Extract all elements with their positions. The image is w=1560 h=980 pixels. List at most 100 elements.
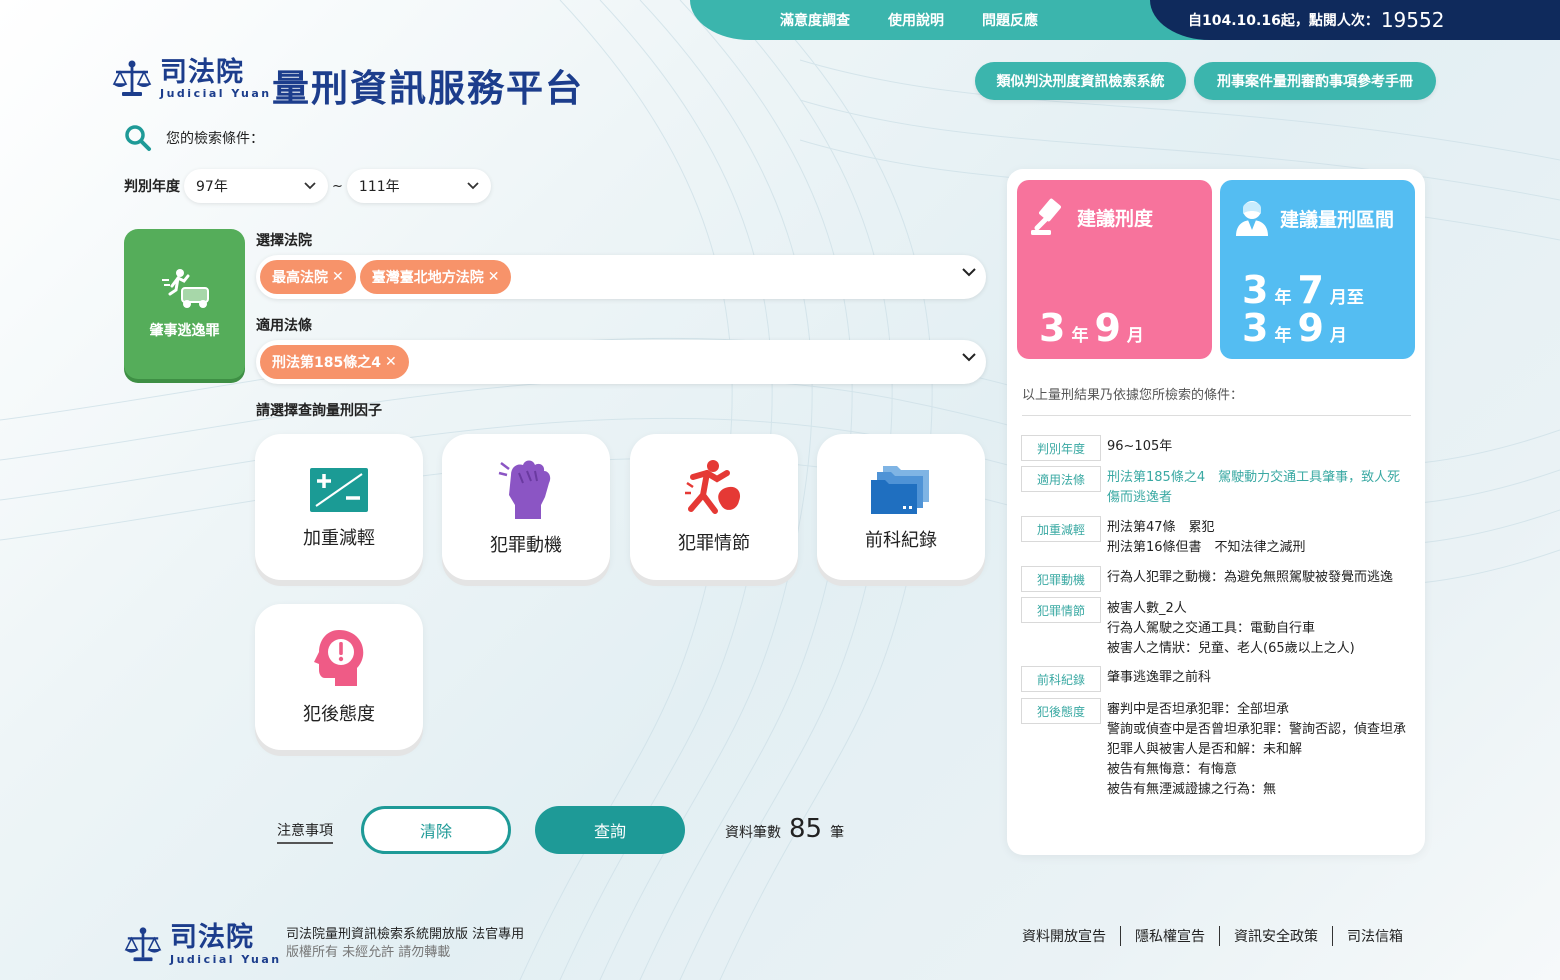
crime-type-card[interactable]: 肇事逃逸罪 (124, 229, 245, 379)
factor-label: 犯罪動機 (490, 535, 562, 556)
remove-tag-icon[interactable]: ✕ (385, 354, 397, 370)
sentencing-manual-button[interactable]: 刑事案件量刑審酌事項參考手冊 (1194, 62, 1436, 100)
criteria-value: 行為人犯罪之動機：為避免無照駕駛被發覺而逃逸 (1107, 566, 1407, 592)
chevron-down-icon (467, 182, 479, 190)
court-tag: 臺灣臺北地方法院 ✕ (359, 260, 512, 294)
footer-brand-zh: 司法院 (170, 922, 254, 953)
sentence-range-title: 建議量刑區間 (1280, 208, 1395, 231)
criteria-line: 被害人之情狀：兒童、老人(65歲以上之人) (1107, 641, 1355, 656)
criteria-value: 刑法第47條 累犯 刑法第16條但書 不知法律之減刑 (1107, 516, 1407, 558)
crime-type-label: 肇事逃逸罪 (149, 323, 220, 339)
plus-minus-icon (310, 468, 368, 512)
factor-label: 前科紀錄 (865, 530, 937, 551)
court-tag-label: 最高法院 (272, 270, 328, 286)
year-from-select[interactable]: 97年 (184, 169, 328, 203)
year-label: 判別年度 (124, 179, 180, 195)
assault-icon (685, 460, 741, 514)
records-label: 資料筆數 (725, 825, 781, 841)
criteria-line: 被告有無湮滅證據之行為：無 (1107, 782, 1277, 797)
top-link-survey[interactable]: 滿意度調查 (780, 10, 850, 30)
result-panel: 建議刑度 3 年 9 月 建議量刑區間 3 年 7 月至 3 年 9 月 以上量… (1007, 169, 1425, 855)
visit-counter: 自104.10.16起，點閱人次： 19552 (1188, 0, 1444, 40)
records-count: 資料筆數 85 筆 (725, 814, 844, 844)
criteria-line: 警詢或偵查中是否曾坦承犯罪：警詢否認，偵查坦承 (1107, 722, 1407, 737)
chevron-down-icon (304, 182, 316, 190)
criteria-key: 犯罪情節 (1021, 597, 1101, 623)
criteria-key: 加重減輕 (1021, 516, 1101, 542)
factor-card-motive[interactable]: 犯罪動機 (442, 434, 610, 580)
footer-link-security[interactable]: 資訊安全政策 (1220, 926, 1332, 946)
factor-card-circumstances[interactable]: 犯罪情節 (630, 434, 798, 580)
criteria-value: 96~105年 (1107, 435, 1407, 461)
suggested-sentence-card: 建議刑度 3 年 9 月 (1017, 180, 1212, 359)
criteria-line: 刑法第16條但書 不知法律之減刑 (1107, 540, 1306, 555)
year-to-select[interactable]: 111年 (346, 169, 491, 203)
factor-card-attitude[interactable]: 犯後態度 (255, 604, 423, 750)
year-to-value: 111年 (358, 179, 400, 195)
criteria-value: 審判中是否坦承犯罪：全部坦承 警詢或偵查中是否曾坦承犯罪：警詢否認，偵查坦承 犯… (1107, 698, 1407, 800)
hit-and-run-icon (161, 269, 209, 308)
footer-link-privacy[interactable]: 隱私權宣告 (1121, 926, 1219, 946)
scales-of-justice-icon (124, 927, 162, 962)
suggested-years: 3 (1039, 306, 1066, 350)
site-title: 量刑資訊服務平台 (272, 67, 584, 110)
factors-label: 請選擇查詢量刑因子 (256, 403, 382, 419)
search-icon (125, 125, 151, 151)
head-alert-icon (314, 630, 364, 686)
footer-text: 司法院量刑資訊檢索系統開放版 法官專用 版權所有 未經允許 請勿轉載 (286, 926, 524, 962)
clear-button[interactable]: 清除 (361, 806, 511, 854)
top-links: 滿意度調查 使用說明 問題反應 (780, 0, 1038, 40)
remove-tag-icon[interactable]: ✕ (488, 269, 500, 285)
criteria-line: 刑法第47條 累犯 (1107, 520, 1215, 535)
unit-month: 月 (1329, 326, 1347, 346)
court-multiselect[interactable]: 最高法院 ✕ 臺灣臺北地方法院 ✕ (256, 255, 986, 299)
unit-year: 年 (1071, 326, 1089, 346)
factor-card-criminal-record[interactable]: 前科紀錄 (817, 434, 985, 580)
factor-label: 犯後態度 (303, 704, 375, 725)
criteria-line: 審判中是否坦承犯罪：全部坦承 (1107, 702, 1290, 717)
unit-year: 年 (1274, 288, 1292, 308)
criteria-row: 犯罪情節 被害人數_2人 行為人駕駛之交通工具：電動自行車 被害人之情狀：兒童、… (1021, 597, 1407, 659)
top-link-feedback[interactable]: 問題反應 (982, 10, 1038, 30)
law-multiselect[interactable]: 刑法第185條之4 ✕ (256, 340, 986, 384)
criteria-row: 前科紀錄 肇事逃逸罪之前科 (1021, 666, 1407, 692)
criteria-value: 被害人數_2人 行為人駕駛之交通工具：電動自行車 被害人之情狀：兒童、老人(65… (1107, 597, 1407, 659)
criteria-key: 犯罪動機 (1021, 566, 1101, 592)
footer-line-2: 版權所有 未經允許 請勿轉載 (286, 945, 451, 960)
records-number: 85 (789, 814, 823, 844)
judge-icon (1236, 201, 1268, 236)
court-tag-label: 臺灣臺北地方法院 (371, 270, 484, 286)
law-tag: 刑法第185條之4 ✕ (260, 345, 409, 379)
footer-link-open-data[interactable]: 資料開放宣告 (1008, 926, 1120, 946)
criteria-line: 行為人犯罪之動機：為避免無照駕駛被發覺而逃逸 (1107, 570, 1394, 585)
footer-link-mailbox[interactable]: 司法信箱 (1333, 926, 1417, 946)
top-link-guide[interactable]: 使用說明 (888, 10, 944, 30)
footer-logo: 司法院 Judicial Yuan (124, 924, 282, 966)
factor-card-aggravation[interactable]: 加重減輕 (255, 434, 423, 580)
court-label: 選擇法院 (256, 233, 312, 249)
query-button[interactable]: 查詢 (535, 806, 685, 854)
criteria-value: 刑法第185條之4 駕駛動力交通工具肇事，致人死傷而逃逸者 (1107, 466, 1407, 508)
remove-tag-icon[interactable]: ✕ (332, 269, 344, 285)
criteria-row: 犯後態度 審判中是否坦承犯罪：全部坦承 警詢或偵查中是否曾坦承犯罪：警詢否認，偵… (1021, 698, 1407, 800)
factor-label: 犯罪情節 (678, 533, 750, 554)
suggested-sentence-title: 建議刑度 (1077, 207, 1154, 230)
similar-judgment-search-button[interactable]: 類似判決刑度資訊檢索系統 (975, 62, 1186, 100)
search-criteria-label: 您的檢索條件： (166, 131, 264, 147)
folders-icon (871, 466, 929, 514)
scales-of-justice-icon (112, 60, 152, 96)
criteria-row: 犯罪動機 行為人犯罪之動機：為避免無照駕駛被發覺而逃逸 (1021, 566, 1407, 592)
court-tag: 最高法院 ✕ (260, 260, 356, 294)
brand-name-zh: 司法院 (160, 57, 244, 88)
gavel-icon (1031, 198, 1061, 235)
brand-name-en: Judicial Yuan (160, 87, 272, 100)
criteria-value: 肇事逃逸罪之前科 (1107, 666, 1407, 692)
judicial-yuan-logo[interactable]: 司法院 Judicial Yuan (112, 58, 272, 100)
criteria-key: 犯後態度 (1021, 698, 1101, 724)
notice-link[interactable]: 注意事項 (277, 820, 333, 844)
law-label: 適用法條 (256, 318, 312, 334)
chevron-down-icon[interactable] (962, 267, 976, 277)
chevron-down-icon[interactable] (962, 352, 976, 362)
criteria-key: 判別年度 (1021, 435, 1101, 461)
suggested-months: 9 (1094, 306, 1121, 350)
